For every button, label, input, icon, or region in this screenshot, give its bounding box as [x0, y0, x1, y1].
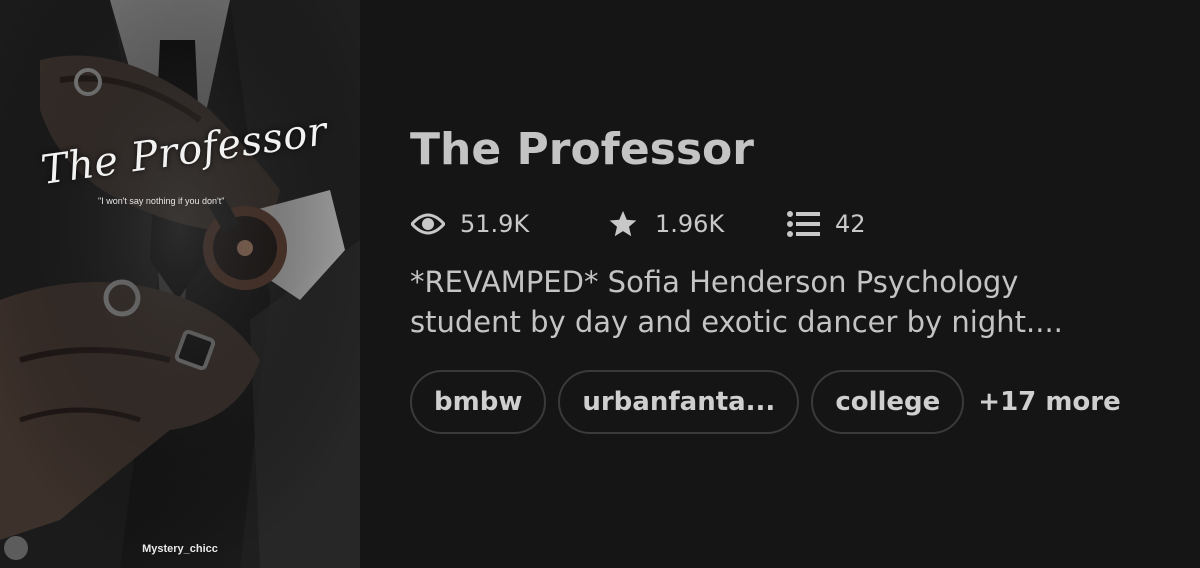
views-stat: 51.9K — [410, 206, 605, 242]
more-tags-link[interactable]: +17 more — [978, 387, 1120, 417]
votes-count: 1.96K — [655, 210, 725, 238]
story-description[interactable]: *REVAMPED* Sofia Henderson Psychology st… — [410, 262, 1170, 342]
book-cover[interactable]: The Professor "I won't say nothing if yo… — [0, 0, 360, 568]
votes-stat: 1.96K — [605, 206, 785, 242]
tag-urbanfantasy[interactable]: urbanfanta... — [558, 370, 800, 434]
cover-tagline: "I won't say nothing if you don't" — [98, 196, 225, 206]
description-line: student by day and exotic dancer by nigh… — [410, 305, 1063, 339]
tag-list: bmbw urbanfanta... college +17 more — [410, 370, 1170, 434]
cover-image — [0, 0, 360, 568]
parts-stat: 42 — [785, 206, 866, 242]
story-card[interactable]: The Professor "I won't say nothing if yo… — [0, 0, 1200, 568]
list-icon — [785, 206, 821, 242]
story-stats: 51.9K 1.96K 42 — [410, 200, 1170, 248]
tag-bmbw[interactable]: bmbw — [410, 370, 547, 434]
eye-icon — [410, 206, 446, 242]
story-info: The Professor 51.9K 1.96K 42 *REVAMPED* … — [410, 118, 1170, 434]
story-title[interactable]: The Professor — [410, 118, 1170, 182]
cover-author: Mystery_chicc — [142, 543, 218, 555]
description-line: *REVAMPED* Sofia Henderson Psychology — [410, 265, 1019, 299]
views-count: 51.9K — [460, 210, 530, 238]
star-icon — [605, 206, 641, 242]
tag-college[interactable]: college — [811, 370, 965, 434]
parts-count: 42 — [835, 210, 866, 238]
